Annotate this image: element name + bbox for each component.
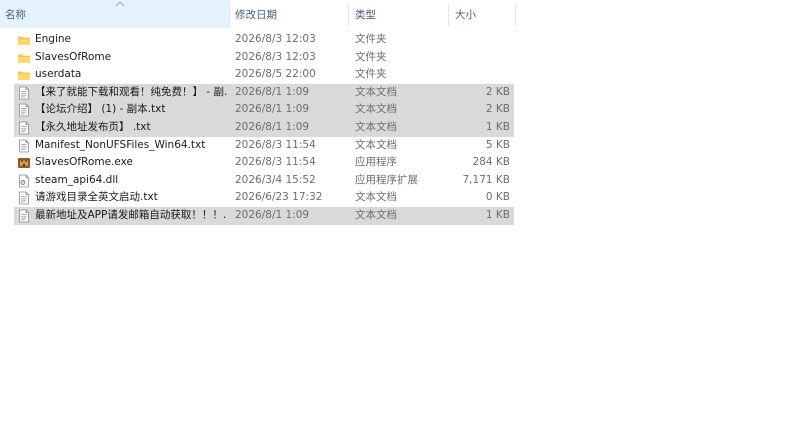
file-type: 文本文档 — [355, 138, 397, 151]
file-name: SlavesOfRome — [35, 50, 112, 63]
column-header-size[interactable]: 大小 — [450, 0, 516, 28]
file-type: 文件夹 — [355, 50, 387, 63]
file-name: 【永久地址发布页】 .txt — [35, 120, 151, 133]
folder-icon — [17, 51, 31, 65]
column-header-type-label: 类型 — [355, 9, 376, 21]
file-type: 文件夹 — [355, 68, 387, 81]
file-row[interactable]: steam_api64.dll 2026/3/4 15:52 应用程序扩展 7,171… — [0, 172, 516, 190]
file-row[interactable]: SlavesOfRome.exe 2026/8/3 11:54 应用程序 284 KB — [0, 154, 516, 172]
file-modified-date: 2026/8/3 12:03 — [235, 50, 316, 63]
file-type: 应用程序 — [355, 156, 397, 169]
file-size: 5 KB — [485, 138, 510, 151]
column-header-type[interactable]: 类型 — [350, 0, 449, 28]
file-name: 【来了就能下载和观看！纯免费！】 - 副... — [35, 85, 227, 98]
file-name: Engine — [35, 33, 71, 45]
file-name: 请游戏目录全英文启动.txt — [35, 191, 158, 204]
file-modified-date: 2026/8/1 1:09 — [235, 103, 310, 116]
file-row[interactable]: userdata 2026/8/5 22:00 文件夹 — [0, 66, 516, 84]
file-size: 2 KB — [485, 85, 510, 98]
column-header-name-label: 名称 — [5, 9, 26, 21]
file-modified-date: 2026/8/1 1:09 — [235, 208, 310, 221]
file-type: 文本文档 — [355, 103, 397, 116]
file-type: 文本文档 — [355, 191, 397, 204]
file-row[interactable]: 【来了就能下载和观看！纯免费！】 - 副... 2026/8/1 1:09 文本文档… — [0, 83, 516, 102]
file-size — [450, 49, 510, 67]
file-type: 文本文档 — [355, 85, 397, 98]
file-name: userdata — [35, 68, 82, 81]
file-name: 最新地址及APP请发邮箱自动获取！！！... — [35, 208, 227, 221]
column-header-modified-label: 修改日期 — [235, 9, 277, 21]
app-icon — [17, 156, 31, 170]
text-file-icon — [17, 86, 31, 100]
file-modified-date: 2026/8/1 1:09 — [235, 120, 310, 133]
column-divider[interactable] — [348, 4, 349, 26]
column-divider[interactable] — [515, 4, 516, 26]
file-row[interactable]: 【永久地址发布页】 .txt 2026/8/1 1:09 文本文档 1 KB — [0, 118, 516, 137]
file-size: 1 KB — [485, 208, 510, 221]
column-header-modified[interactable]: 修改日期 — [230, 0, 349, 28]
column-header-bar: 名称 修改日期 类型 大小 — [0, 0, 516, 28]
file-modified-date: 2026/8/3 12:03 — [235, 33, 316, 45]
file-size — [450, 31, 510, 49]
file-type: 文本文档 — [355, 120, 397, 133]
file-size: 1 KB — [485, 120, 510, 133]
column-divider[interactable] — [448, 4, 449, 26]
file-modified-date: 2026/8/5 22:00 — [235, 68, 316, 81]
file-row[interactable]: SlavesOfRome 2026/8/3 12:03 文件夹 — [0, 49, 516, 67]
folder-icon — [17, 33, 31, 47]
dll-file-icon — [17, 174, 31, 188]
text-file-icon — [17, 209, 31, 223]
text-file-icon — [17, 139, 31, 153]
text-file-icon — [17, 121, 31, 135]
text-file-icon — [17, 191, 31, 205]
file-row[interactable]: Engine 2026/8/3 12:03 文件夹 — [0, 31, 516, 49]
text-file-icon — [17, 103, 31, 117]
file-row[interactable]: 请游戏目录全英文启动.txt 2026/6/23 17:32 文本文档 0 KB — [0, 189, 516, 207]
file-modified-date: 2026/3/4 15:52 — [235, 173, 316, 186]
file-type: 文件夹 — [355, 33, 387, 45]
file-list: Engine 2026/8/3 12:03 文件夹 SlavesOfRome 2026/… — [0, 31, 516, 225]
file-size — [450, 66, 510, 84]
file-explorer: 名称 修改日期 类型 大小 Engine 2026/8/3 12:03 文件夹 Sla… — [0, 0, 800, 430]
file-size: 0 KB — [485, 191, 510, 204]
file-name: SlavesOfRome.exe — [35, 156, 134, 169]
folder-icon — [17, 68, 31, 82]
file-size: 2 KB — [485, 103, 510, 116]
file-row[interactable]: Manifest_NonUFSFiles_Win64.txt 2026/8/3 1… — [0, 137, 516, 155]
file-size: 284 KB — [472, 156, 510, 169]
file-modified-date: 2026/8/1 1:09 — [235, 85, 310, 98]
file-type: 文本文档 — [355, 208, 397, 221]
sort-ascending-icon — [115, 1, 125, 7]
file-name: steam_api64.dll — [35, 173, 119, 186]
file-modified-date: 2026/6/23 17:32 — [235, 191, 323, 204]
file-row[interactable]: 【论坛介绍】 (1) - 副本.txt 2026/8/1 1:09 文本文档 2 KB — [0, 101, 516, 119]
file-type: 应用程序扩展 — [355, 173, 418, 186]
file-name: 【论坛介绍】 (1) - 副本.txt — [35, 103, 166, 116]
file-modified-date: 2026/8/3 11:54 — [235, 138, 316, 151]
file-size: 7,171 KB — [462, 173, 511, 186]
file-name: Manifest_NonUFSFiles_Win64.txt — [35, 138, 206, 151]
column-header-size-label: 大小 — [455, 9, 476, 21]
file-row[interactable]: 最新地址及APP请发邮箱自动获取！！！... 2026/8/1 1:09 文本文档 1… — [0, 206, 516, 225]
file-modified-date: 2026/8/3 11:54 — [235, 156, 316, 169]
